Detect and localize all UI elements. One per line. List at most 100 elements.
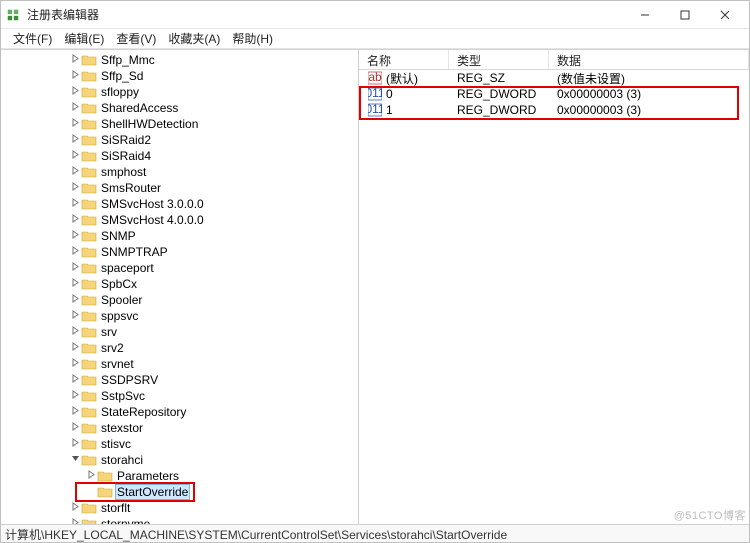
- chevron-right-icon[interactable]: [69, 150, 81, 162]
- window: 注册表编辑器 文件(F) 编辑(E) 查看(V) 收藏夹(A) 帮助(H) Sf…: [0, 0, 750, 543]
- tree-node-label: sfloppy: [99, 85, 141, 99]
- tree-node[interactable]: SmsRouter: [5, 180, 358, 196]
- chevron-right-icon[interactable]: [69, 230, 81, 242]
- tree-node[interactable]: stexstor: [5, 420, 358, 436]
- value-row[interactable]: ab(默认)REG_SZ(数值未设置): [359, 70, 749, 86]
- tree-node[interactable]: Spooler: [5, 292, 358, 308]
- dword-value-icon: 011: [367, 87, 383, 101]
- chevron-right-icon[interactable]: [69, 278, 81, 290]
- tree-node[interactable]: srvnet: [5, 356, 358, 372]
- minimize-button[interactable]: [625, 3, 665, 27]
- chevron-right-icon[interactable]: [69, 518, 81, 524]
- chevron-right-icon[interactable]: [69, 326, 81, 338]
- close-button[interactable]: [705, 3, 745, 27]
- chevron-right-icon[interactable]: [69, 198, 81, 210]
- tree-node-label: StartOverride: [115, 484, 190, 500]
- chevron-right-icon[interactable]: [69, 166, 81, 178]
- folder-icon: [81, 325, 97, 339]
- chevron-right-icon[interactable]: [69, 502, 81, 514]
- value-row[interactable]: 0111REG_DWORD0x00000003 (3): [359, 102, 749, 118]
- chevron-right-icon[interactable]: [69, 246, 81, 258]
- chevron-right-icon[interactable]: [69, 70, 81, 82]
- menu-view[interactable]: 查看(V): [110, 30, 162, 47]
- tree-node-label: SNMPTRAP: [99, 245, 170, 259]
- tree-node[interactable]: spaceport: [5, 260, 358, 276]
- chevron-right-icon[interactable]: [69, 310, 81, 322]
- folder-icon: [81, 453, 97, 467]
- chevron-right-icon[interactable]: [69, 118, 81, 130]
- folder-icon: [81, 69, 97, 83]
- tree-node[interactable]: stornvme: [5, 516, 358, 524]
- chevron-right-icon[interactable]: [69, 438, 81, 450]
- chevron-right-icon[interactable]: [69, 54, 81, 66]
- tree-node-label: SNMP: [99, 229, 138, 243]
- column-header-type[interactable]: 类型: [449, 50, 549, 69]
- tree-node-label: smphost: [99, 165, 148, 179]
- chevron-right-icon[interactable]: [69, 374, 81, 386]
- folder-icon: [81, 373, 97, 387]
- folder-icon: [97, 469, 113, 483]
- folder-icon: [81, 341, 97, 355]
- tree-node[interactable]: stisvc: [5, 436, 358, 452]
- chevron-right-icon[interactable]: [69, 86, 81, 98]
- value-type: REG_DWORD: [449, 87, 549, 101]
- value-row[interactable]: 0110REG_DWORD0x00000003 (3): [359, 86, 749, 102]
- menu-edit[interactable]: 编辑(E): [58, 30, 110, 47]
- tree-node[interactable]: SiSRaid4: [5, 148, 358, 164]
- tree-node[interactable]: Sffp_Mmc: [5, 52, 358, 68]
- tree-node[interactable]: SMSvcHost 4.0.0.0: [5, 212, 358, 228]
- chevron-right-icon[interactable]: [69, 294, 81, 306]
- chevron-right-icon[interactable]: [69, 358, 81, 370]
- tree-node[interactable]: Sffp_Sd: [5, 68, 358, 84]
- tree-node-label: srv: [99, 325, 119, 339]
- menu-help[interactable]: 帮助(H): [226, 30, 279, 47]
- statusbar-path: 计算机\HKEY_LOCAL_MACHINE\SYSTEM\CurrentCon…: [5, 528, 507, 542]
- tree-node[interactable]: SiSRaid2: [5, 132, 358, 148]
- chevron-right-icon[interactable]: [69, 422, 81, 434]
- chevron-right-icon[interactable]: [69, 182, 81, 194]
- tree-pane[interactable]: Sffp_MmcSffp_SdsfloppySharedAccessShellH…: [1, 50, 359, 524]
- chevron-down-icon[interactable]: [69, 454, 81, 466]
- value-name: (默认): [386, 70, 418, 87]
- tree-node[interactable]: storahci: [5, 452, 358, 468]
- chevron-right-icon[interactable]: [69, 342, 81, 354]
- tree-node[interactable]: ShellHWDetection: [5, 116, 358, 132]
- list-pane[interactable]: 名称 类型 数据 ab(默认)REG_SZ(数值未设置)0110REG_DWOR…: [359, 50, 749, 524]
- tree-node[interactable]: SstpSvc: [5, 388, 358, 404]
- column-header-name[interactable]: 名称: [359, 50, 449, 69]
- chevron-right-icon[interactable]: [69, 102, 81, 114]
- tree-node[interactable]: srv: [5, 324, 358, 340]
- tree-node[interactable]: sppsvc: [5, 308, 358, 324]
- tree-node[interactable]: SSDPSRV: [5, 372, 358, 388]
- tree-node[interactable]: SNMP: [5, 228, 358, 244]
- chevron-right-icon[interactable]: [69, 406, 81, 418]
- tree-node[interactable]: StateRepository: [5, 404, 358, 420]
- chevron-right-icon[interactable]: [85, 470, 97, 482]
- list-header: 名称 类型 数据: [359, 50, 749, 70]
- maximize-button[interactable]: [665, 3, 705, 27]
- app-icon: [5, 7, 21, 23]
- value-type: REG_SZ: [449, 71, 549, 85]
- tree-node[interactable]: smphost: [5, 164, 358, 180]
- tree-node[interactable]: SharedAccess: [5, 100, 358, 116]
- tree-node[interactable]: storflt: [5, 500, 358, 516]
- folder-icon: [81, 149, 97, 163]
- menu-file[interactable]: 文件(F): [7, 30, 58, 47]
- chevron-right-icon[interactable]: [69, 214, 81, 226]
- tree-node[interactable]: StartOverride: [5, 484, 358, 500]
- tree-node[interactable]: srv2: [5, 340, 358, 356]
- tree-node[interactable]: Parameters: [5, 468, 358, 484]
- chevron-right-icon[interactable]: [69, 134, 81, 146]
- tree-node[interactable]: SNMPTRAP: [5, 244, 358, 260]
- folder-icon: [81, 213, 97, 227]
- column-header-data[interactable]: 数据: [549, 50, 749, 69]
- statusbar: 计算机\HKEY_LOCAL_MACHINE\SYSTEM\CurrentCon…: [1, 524, 749, 542]
- chevron-right-icon[interactable]: [69, 390, 81, 402]
- tree-node[interactable]: sfloppy: [5, 84, 358, 100]
- tree-node[interactable]: SpbCx: [5, 276, 358, 292]
- menu-favorites[interactable]: 收藏夹(A): [162, 30, 226, 47]
- tree-node-label: SiSRaid2: [99, 133, 153, 147]
- tree-node[interactable]: SMSvcHost 3.0.0.0: [5, 196, 358, 212]
- folder-icon: [81, 133, 97, 147]
- chevron-right-icon[interactable]: [69, 262, 81, 274]
